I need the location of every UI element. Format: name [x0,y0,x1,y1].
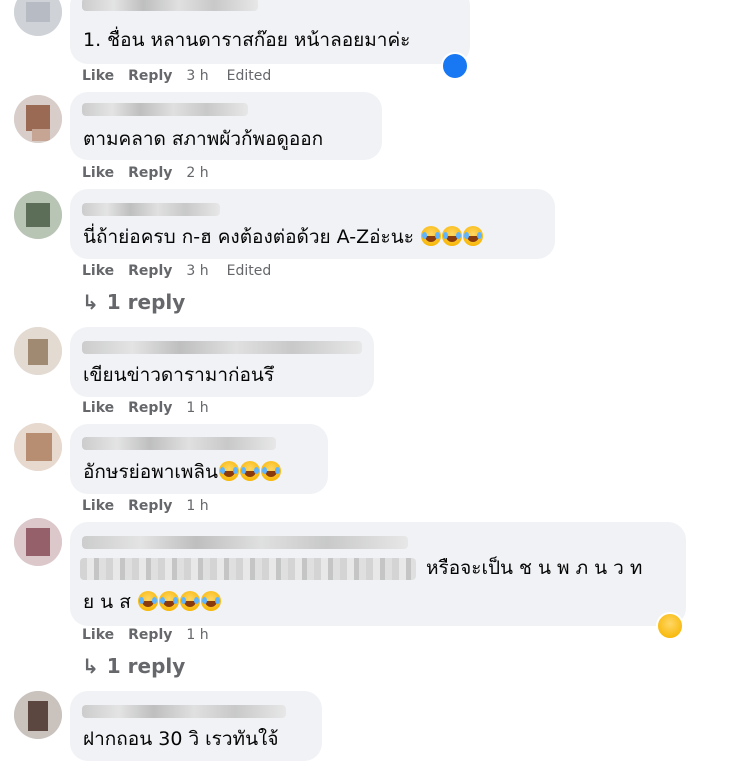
reply-arrow-icon: ↳ [82,290,99,314]
like-button[interactable]: Like [82,400,114,416]
reply-button[interactable]: Reply [128,498,172,514]
comment-text-line-2: ย น ส [83,588,221,616]
reply-count: 1 reply [106,290,186,314]
author-name-redacted [82,341,362,354]
view-replies-link[interactable]: ↳ 1 reply [82,290,185,314]
timestamp[interactable]: 1 h [186,400,208,416]
edited-label: Edited [226,263,272,279]
laughing-tears-emoji-icon [240,461,261,481]
avatar[interactable] [14,95,62,143]
author-name-redacted [82,536,408,549]
author-name-redacted [82,203,220,216]
reply-count: 1 reply [106,654,186,678]
redacted-text [80,558,416,580]
laughing-tears-emoji-icon [219,461,240,481]
like-button[interactable]: Like [82,68,114,84]
like-button[interactable]: Like [82,627,114,643]
comment-text: ฝากถอน 30 วิ เรวทันใจ้ [83,728,279,750]
comment-bubble: ตามคลาด สภาพผัวก้พอดูออก [70,92,382,160]
comment-bubble: ฝากถอน 30 วิ เรวทันใจ้ [70,691,322,761]
view-replies-link[interactable]: ↳ 1 reply [82,654,185,678]
avatar[interactable] [14,691,62,739]
reply-button[interactable]: Reply [128,68,172,84]
laughing-tears-emoji-icon [462,226,483,246]
comment-actions: Like Reply 2 h [82,165,209,181]
like-button[interactable]: Like [82,165,114,181]
timestamp[interactable]: 1 h [186,627,208,643]
author-name-redacted [82,0,258,11]
laughing-tears-emoji-icon [261,461,282,481]
edited-label: Edited [226,68,272,84]
author-name-redacted [82,103,248,116]
laughing-tears-emoji-icon [137,591,158,611]
laughing-tears-emoji-icon [158,591,179,611]
reply-button[interactable]: Reply [128,400,172,416]
like-button[interactable]: Like [82,263,114,279]
reply-button[interactable]: Reply [128,627,172,643]
comment-bubble: 1. ชื่อน หลานดาราสก๊อย หน้าลอยมาค่ะ [70,0,470,64]
laughing-tears-emoji-icon [200,591,221,611]
avatar[interactable] [14,0,62,36]
reply-button[interactable]: Reply [128,165,172,181]
author-name-redacted [82,437,276,450]
comment-actions: Like Reply 1 h [82,627,209,643]
comment-text: ตามคลาด สภาพผัวก้พอดูออก [83,128,324,150]
comment-bubble: หรือจะเป็น ช น พ ภ น ว ท ย น ส [70,522,686,626]
comment-bubble: นี่ถ้าย่อครบ ก-ฮ คงต้องต่อด้วย A-Zอ่ะนะ [70,189,555,259]
timestamp[interactable]: 3 h [186,263,208,279]
comment-actions: Like Reply 3 h Edited [82,263,271,279]
haha-reaction-icon[interactable] [656,612,684,640]
reply-button[interactable]: Reply [128,263,172,279]
laughing-tears-emoji-icon [420,226,441,246]
timestamp[interactable]: 3 h [186,68,208,84]
timestamp[interactable]: 1 h [186,498,208,514]
reply-arrow-icon: ↳ [82,654,99,678]
comment-actions: Like Reply 3 h Edited [82,68,271,84]
timestamp[interactable]: 2 h [186,165,208,181]
author-name-redacted [82,705,286,718]
comment-actions: Like Reply 1 h [82,400,209,416]
comment-actions: Like Reply 1 h [82,498,209,514]
laughing-tears-emoji-icon [179,591,200,611]
like-reaction-icon[interactable] [441,52,469,80]
avatar[interactable] [14,518,62,566]
comment-text-line-1: หรือจะเป็น ช น พ ภ น ว ท [426,557,643,579]
comment-text: นี่ถ้าย่อครบ ก-ฮ คงต้องต่อด้วย A-Zอ่ะนะ [83,223,483,251]
like-button[interactable]: Like [82,498,114,514]
comment-bubble: เขียนข่าวดารามาก่อนรึ [70,327,374,397]
comment-text: เขียนข่าวดารามาก่อนรึ [83,364,275,386]
avatar[interactable] [14,423,62,471]
avatar[interactable] [14,327,62,375]
comment-bubble: อักษรย่อพาเพลิน [70,424,328,494]
comment-text: 1. ชื่อน หลานดาราสก๊อย หน้าลอยมาค่ะ [83,29,411,51]
comment-text: อักษรย่อพาเพลิน [83,458,282,486]
laughing-tears-emoji-icon [441,226,462,246]
avatar[interactable] [14,191,62,239]
